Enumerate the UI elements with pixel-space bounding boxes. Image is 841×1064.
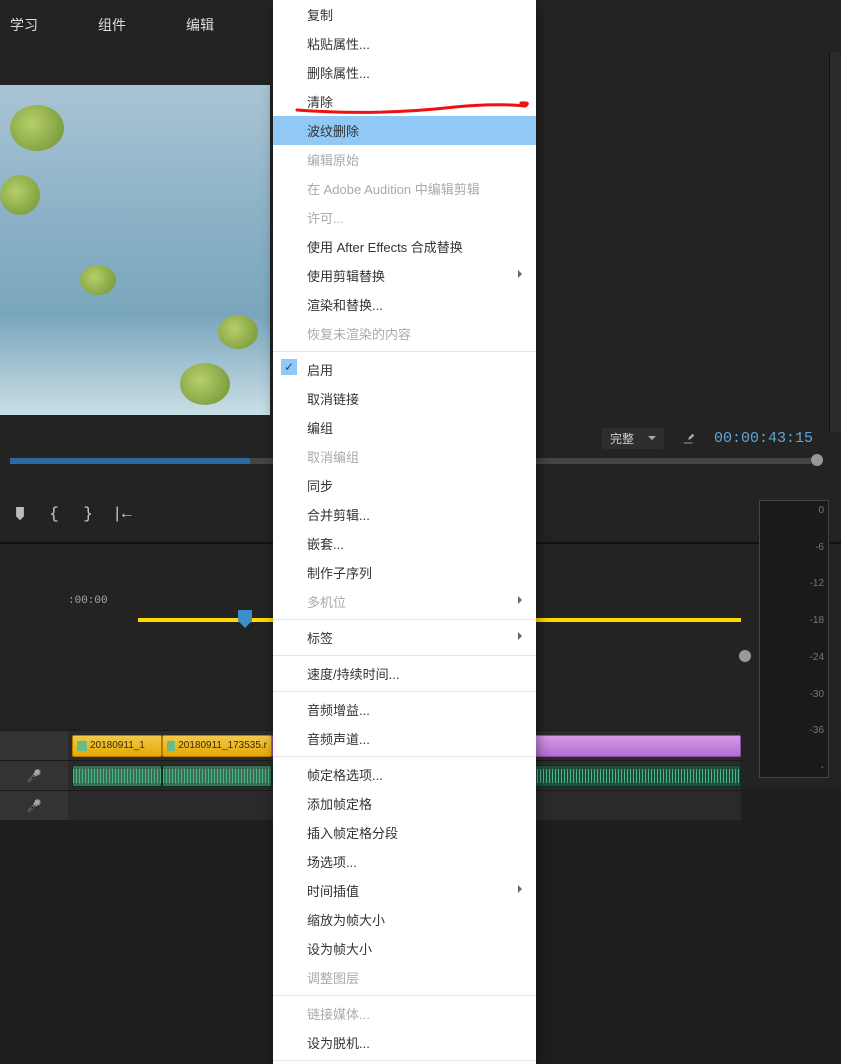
audio-meter: 0 -6 -12 -18 -24 -30 -36 -: [759, 500, 829, 778]
fx-badge-icon: [77, 741, 87, 751]
context-menu-item[interactable]: 帧定格选项...: [273, 760, 536, 789]
go-to-in-icon[interactable]: |←: [112, 504, 132, 524]
add-marker-icon[interactable]: [10, 504, 30, 524]
progress-handle[interactable]: [811, 454, 823, 466]
playhead-indicator-icon: [238, 610, 252, 628]
context-menu-item[interactable]: 速度/持续时间...: [273, 659, 536, 688]
audio-clip[interactable]: [162, 765, 272, 787]
waveform: [163, 769, 271, 783]
preview-content: [10, 105, 64, 151]
voiceover-mic-icon[interactable]: 🎤: [27, 769, 42, 783]
context-menu-item: 编辑原始: [273, 145, 536, 174]
context-menu-item: 调整图层: [273, 963, 536, 992]
context-menu-item[interactable]: 设为脱机...: [273, 1028, 536, 1057]
meter-tick: -: [821, 762, 824, 773]
context-menu-item: 恢复未渲染的内容: [273, 319, 536, 348]
ruler-tick-label: :00:00: [68, 595, 108, 607]
track-header[interactable]: [0, 731, 68, 760]
context-menu-item[interactable]: 使用剪辑替换: [273, 261, 536, 290]
meter-tick: -12: [810, 578, 824, 589]
program-timecode[interactable]: 00:00:43:15: [714, 430, 813, 447]
context-menu-item[interactable]: 粘贴属性...: [273, 29, 536, 58]
context-menu-item[interactable]: 音频声道...: [273, 724, 536, 753]
context-menu-item[interactable]: 场选项...: [273, 847, 536, 876]
voiceover-mic-icon[interactable]: 🎤: [27, 799, 42, 813]
mark-in-icon[interactable]: {: [44, 504, 64, 524]
preview-content: [80, 265, 116, 295]
meter-tick: -36: [810, 725, 824, 736]
checkmark-icon: ✓: [281, 359, 297, 375]
context-menu-item[interactable]: 时间插值: [273, 876, 536, 905]
video-clip[interactable]: 20180911_1: [72, 735, 162, 757]
clip-context-menu: 复制粘贴属性...删除属性...清除波纹删除编辑原始在 Adobe Auditi…: [273, 0, 536, 1064]
context-menu-item: 取消编组: [273, 442, 536, 471]
track-header[interactable]: 🎤: [0, 791, 68, 820]
menu-edit[interactable]: 编辑: [176, 7, 224, 43]
context-menu-item[interactable]: 取消链接: [273, 384, 536, 413]
context-menu-item[interactable]: 嵌套...: [273, 529, 536, 558]
preview-content: [218, 315, 258, 349]
context-menu-item[interactable]: 同步: [273, 471, 536, 500]
meter-tick: -24: [810, 652, 824, 663]
context-menu-item[interactable]: 音频增益...: [273, 695, 536, 724]
meter-tick: -6: [815, 542, 824, 553]
context-menu-item[interactable]: 编组: [273, 413, 536, 442]
audio-clip[interactable]: [72, 765, 162, 787]
context-menu-item[interactable]: 添加帧定格: [273, 789, 536, 818]
mark-out-icon[interactable]: }: [78, 504, 98, 524]
context-menu-item[interactable]: 复制: [273, 0, 536, 29]
meter-tick: -18: [810, 615, 824, 626]
context-menu-item[interactable]: 缩放为帧大小: [273, 905, 536, 934]
context-menu-item[interactable]: 清除: [273, 87, 536, 116]
playhead[interactable]: [238, 610, 252, 628]
panel-edge[interactable]: [829, 52, 841, 432]
program-monitor[interactable]: [0, 85, 270, 415]
context-menu-item[interactable]: 设为帧大小: [273, 934, 536, 963]
zoom-fit-dropdown[interactable]: 完整: [602, 428, 664, 449]
menu-learn[interactable]: 学习: [0, 7, 48, 43]
clip-label: 20180911_173535.r: [178, 740, 267, 751]
settings-wrench-icon[interactable]: [682, 432, 696, 446]
context-menu-item[interactable]: 波纹删除: [273, 116, 536, 145]
video-clip[interactable]: 20180911_173535.r: [162, 735, 272, 757]
ruler-end-handle[interactable]: [739, 650, 751, 662]
context-menu-item[interactable]: 标签: [273, 623, 536, 652]
context-menu-item: 在 Adobe Audition 中编辑剪辑: [273, 174, 536, 203]
context-menu-item[interactable]: 插入帧定格分段: [273, 818, 536, 847]
preview-content: [180, 363, 230, 405]
context-menu-item: 链接媒体...: [273, 999, 536, 1028]
context-menu-item[interactable]: 使用 After Effects 合成替换: [273, 232, 536, 261]
context-menu-item[interactable]: 合并剪辑...: [273, 500, 536, 529]
program-progress-fill: [10, 458, 250, 464]
context-menu-item[interactable]: 制作子序列: [273, 558, 536, 587]
waveform: [73, 769, 161, 783]
meter-scale: 0 -6 -12 -18 -24 -30 -36 -: [810, 505, 824, 773]
meter-tick: -30: [810, 689, 824, 700]
track-header[interactable]: 🎤: [0, 761, 68, 790]
meter-tick: 0: [818, 505, 824, 516]
context-menu-item[interactable]: 渲染和替换...: [273, 290, 536, 319]
context-menu-item[interactable]: 启用✓: [273, 355, 536, 384]
preview-content: [0, 175, 40, 215]
fx-badge-icon: [167, 741, 175, 751]
context-menu-item[interactable]: 删除属性...: [273, 58, 536, 87]
clip-label: 20180911_1: [90, 740, 145, 751]
context-menu-item: 多机位: [273, 587, 536, 616]
menu-assembly[interactable]: 组件: [88, 7, 136, 43]
context-menu-item: 许可...: [273, 203, 536, 232]
